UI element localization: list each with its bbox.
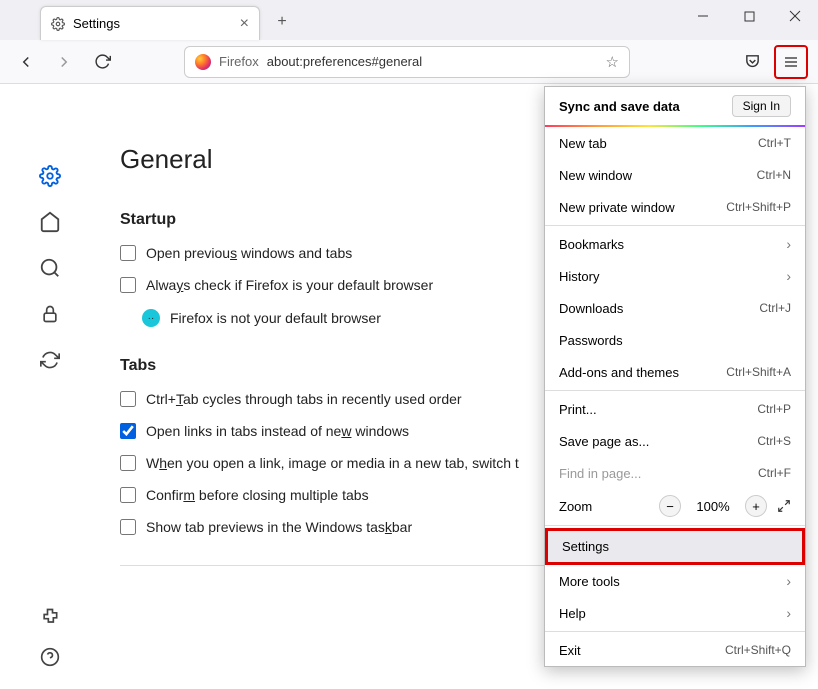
sidebar-help-icon[interactable] — [38, 645, 62, 669]
checkbox-label: Open previous windows and tabs — [146, 245, 352, 261]
checkbox-input[interactable] — [120, 391, 136, 407]
tab-title: Settings — [73, 16, 120, 31]
address-bar[interactable]: Firefox about:preferences#general ☆ — [184, 46, 630, 78]
sidebar-general-icon[interactable] — [38, 164, 62, 188]
zoom-value: 100% — [691, 499, 735, 514]
address-url: about:preferences#general — [267, 54, 598, 69]
chevron-right-icon: › — [786, 236, 791, 252]
gear-icon — [51, 17, 65, 31]
menu-passwords[interactable]: Passwords — [545, 324, 805, 356]
maximize-button[interactable] — [726, 0, 772, 32]
chevron-right-icon: › — [786, 605, 791, 621]
menu-more-tools[interactable]: More tools› — [545, 565, 805, 597]
checkbox-label: Open links in tabs instead of new window… — [146, 423, 409, 439]
checkbox-input[interactable] — [120, 277, 136, 293]
back-button[interactable] — [10, 46, 42, 78]
menu-new-window[interactable]: New windowCtrl+N — [545, 159, 805, 191]
app-menu: Sync and save data Sign In New tabCtrl+T… — [544, 86, 806, 667]
checkbox-label: When you open a link, image or media in … — [146, 455, 519, 471]
zoom-in-button[interactable]: + — [745, 495, 767, 517]
checkbox-label: Confirm before closing multiple tabs — [146, 487, 369, 503]
chevron-right-icon: › — [786, 573, 791, 589]
sign-in-button[interactable]: Sign In — [732, 95, 791, 117]
zoom-out-button[interactable]: − — [659, 495, 681, 517]
sidebar-sync-icon[interactable] — [38, 348, 62, 372]
menu-downloads[interactable]: DownloadsCtrl+J — [545, 292, 805, 324]
menu-find-in-page: Find in page...Ctrl+F — [545, 457, 805, 489]
tab-close-icon[interactable]: × — [240, 15, 249, 33]
not-default-text: Firefox is not your default browser — [170, 310, 381, 326]
sidebar-privacy-icon[interactable] — [38, 302, 62, 326]
new-tab-button[interactable]: + — [268, 8, 296, 36]
sidebar-extensions-icon[interactable] — [38, 605, 62, 629]
minimize-button[interactable] — [680, 0, 726, 32]
pocket-button[interactable] — [736, 46, 768, 78]
reload-button[interactable] — [86, 46, 118, 78]
app-menu-button[interactable] — [774, 45, 808, 79]
menu-help[interactable]: Help› — [545, 597, 805, 629]
sad-face-icon: ·· — [142, 309, 160, 327]
menu-bookmarks[interactable]: Bookmarks› — [545, 228, 805, 260]
toolbar: Firefox about:preferences#general ☆ — [0, 40, 818, 84]
checkbox-label: Show tab previews in the Windows taskbar — [146, 519, 412, 535]
menu-save-as[interactable]: Save page as...Ctrl+S — [545, 425, 805, 457]
browser-tab[interactable]: Settings × — [40, 6, 260, 40]
checkbox-input[interactable] — [120, 245, 136, 261]
menu-sync-header: Sync and save data Sign In — [545, 87, 805, 125]
menu-exit[interactable]: ExitCtrl+Shift+Q — [545, 634, 805, 666]
forward-button[interactable] — [48, 46, 80, 78]
checkbox-input[interactable] — [120, 519, 136, 535]
menu-addons[interactable]: Add-ons and themesCtrl+Shift+A — [545, 356, 805, 388]
checkbox-input[interactable] — [120, 455, 136, 471]
sidebar-home-icon[interactable] — [38, 210, 62, 234]
sidebar-search-icon[interactable] — [38, 256, 62, 280]
hamburger-icon — [783, 54, 799, 70]
fullscreen-button[interactable] — [777, 499, 791, 513]
settings-sidebar — [0, 84, 100, 689]
menu-zoom-row: Zoom − 100% + — [545, 489, 805, 523]
menu-print[interactable]: Print...Ctrl+P — [545, 393, 805, 425]
checkbox-input[interactable] — [120, 423, 136, 439]
checkbox-input[interactable] — [120, 487, 136, 503]
checkbox-label: Always check if Firefox is your default … — [146, 277, 433, 293]
title-bar: Settings × + — [0, 0, 818, 40]
zoom-label: Zoom — [559, 499, 592, 514]
checkbox-label: Ctrl+Tab cycles through tabs in recently… — [146, 391, 462, 407]
close-window-button[interactable] — [772, 0, 818, 32]
window-controls — [680, 0, 818, 32]
menu-settings[interactable]: Settings — [545, 528, 805, 565]
firefox-logo-icon — [195, 54, 211, 70]
chevron-right-icon: › — [786, 268, 791, 284]
address-prefix: Firefox — [219, 54, 259, 69]
menu-history[interactable]: History› — [545, 260, 805, 292]
bookmark-star-icon[interactable]: ☆ — [606, 53, 619, 71]
menu-new-tab[interactable]: New tabCtrl+T — [545, 127, 805, 159]
menu-new-private-window[interactable]: New private windowCtrl+Shift+P — [545, 191, 805, 223]
